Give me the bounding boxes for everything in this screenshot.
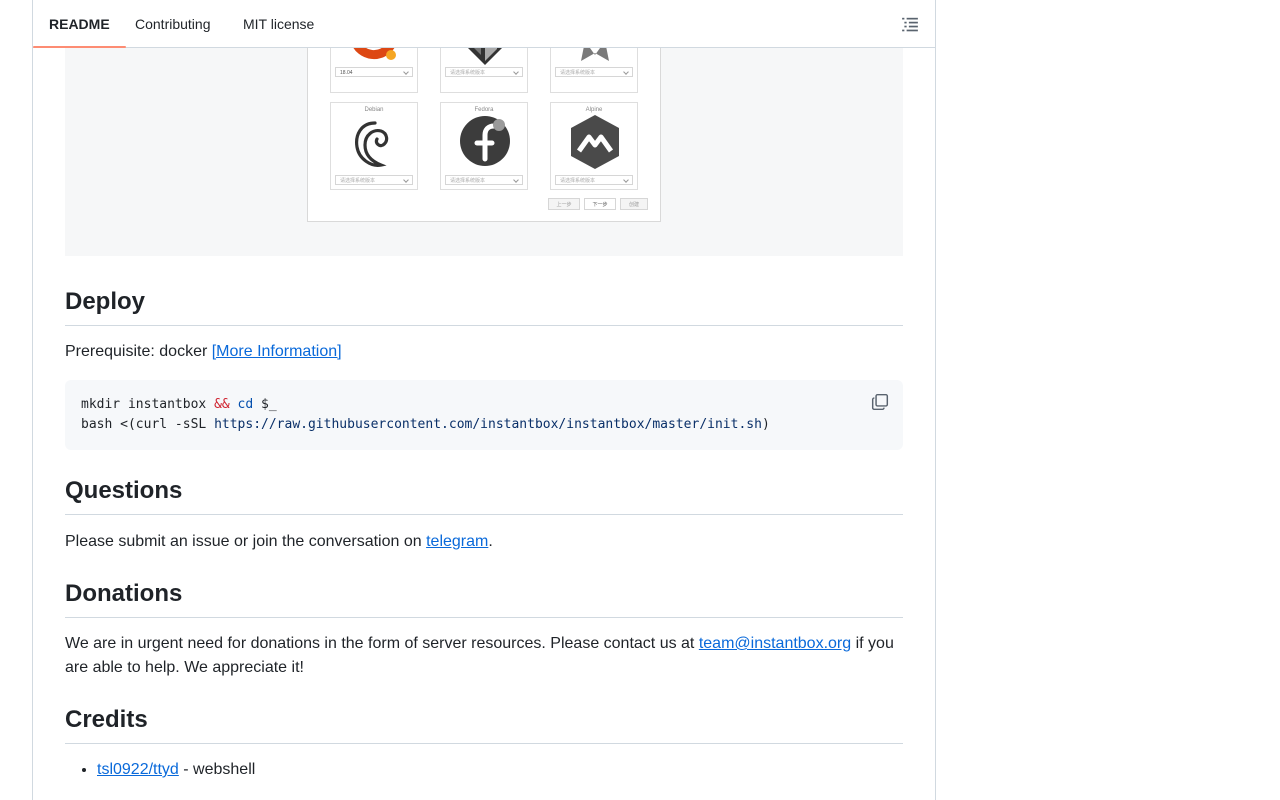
os-card-fedora: Fedora 请选择系统版本 <box>440 102 528 190</box>
credits-heading: Credits <box>65 705 903 744</box>
credits-list: tsl0922/ttyd - webshell <box>65 758 255 782</box>
tab-readme[interactable]: README <box>33 0 126 48</box>
debian-logo-icon <box>355 121 389 167</box>
centos-version-select[interactable]: 请选择系统版本 <box>445 67 523 77</box>
tab-mit-license[interactable]: MIT license <box>227 0 330 47</box>
donations-heading: Donations <box>65 579 903 618</box>
alpine-version-select[interactable]: 请选择系统版本 <box>555 175 633 185</box>
list-item: tsl0922/ttyd - webshell <box>97 758 255 782</box>
questions-paragraph: Please submit an issue or join the conve… <box>65 533 493 550</box>
ttyd-link[interactable]: tsl0922/ttyd <box>97 761 179 778</box>
prerequisite-text: Prerequisite: docker <box>65 343 212 360</box>
fedora-logo-icon <box>460 116 510 166</box>
questions-heading: Questions <box>65 476 903 515</box>
alpine-logo-icon <box>571 115 619 169</box>
readme-panel: README Contributing MIT license 18.04 请选… <box>32 0 936 800</box>
debian-version-select[interactable]: 请选择系统版本 <box>335 175 413 185</box>
more-information-link[interactable]: [More Information] <box>212 343 342 360</box>
tab-contributing[interactable]: Contributing <box>119 0 227 47</box>
create-button[interactable]: 创建 <box>620 198 648 210</box>
os-card-alpine: Alpine 请选择系统版本 <box>550 102 638 190</box>
email-link[interactable]: team@instantbox.org <box>699 635 851 652</box>
copy-icon[interactable] <box>871 393 889 411</box>
deploy-heading: Deploy <box>65 287 903 326</box>
deploy-prerequisite: Prerequisite: docker [More Information] <box>65 340 903 364</box>
prev-step-button[interactable]: 上一步 <box>548 198 580 210</box>
donations-paragraph: We are in urgent need for donations in t… <box>65 635 894 676</box>
alpine-label: Alpine <box>585 107 603 113</box>
code-content: mkdir instantbox && cd $_ bash <(curl -s… <box>81 397 770 432</box>
fedora-version-select[interactable]: 请选择系统版本 <box>445 175 523 185</box>
debian-label: Debian <box>364 107 384 113</box>
readme-tab-bar: README Contributing MIT license <box>33 0 935 48</box>
deploy-code-block: mkdir instantbox && cd $_ bash <(curl -s… <box>65 380 903 450</box>
os-card-debian: Debian 请选择系统版本 <box>330 102 418 190</box>
arch-version-select[interactable]: 请选择系统版本 <box>555 67 633 77</box>
table-of-contents-icon[interactable] <box>901 15 919 33</box>
fedora-label: Fedora <box>474 107 494 113</box>
ubuntu-version-select[interactable]: 18.04 <box>335 67 413 77</box>
next-step-button[interactable]: 下一步 <box>584 198 616 210</box>
telegram-link[interactable]: telegram <box>426 533 488 550</box>
